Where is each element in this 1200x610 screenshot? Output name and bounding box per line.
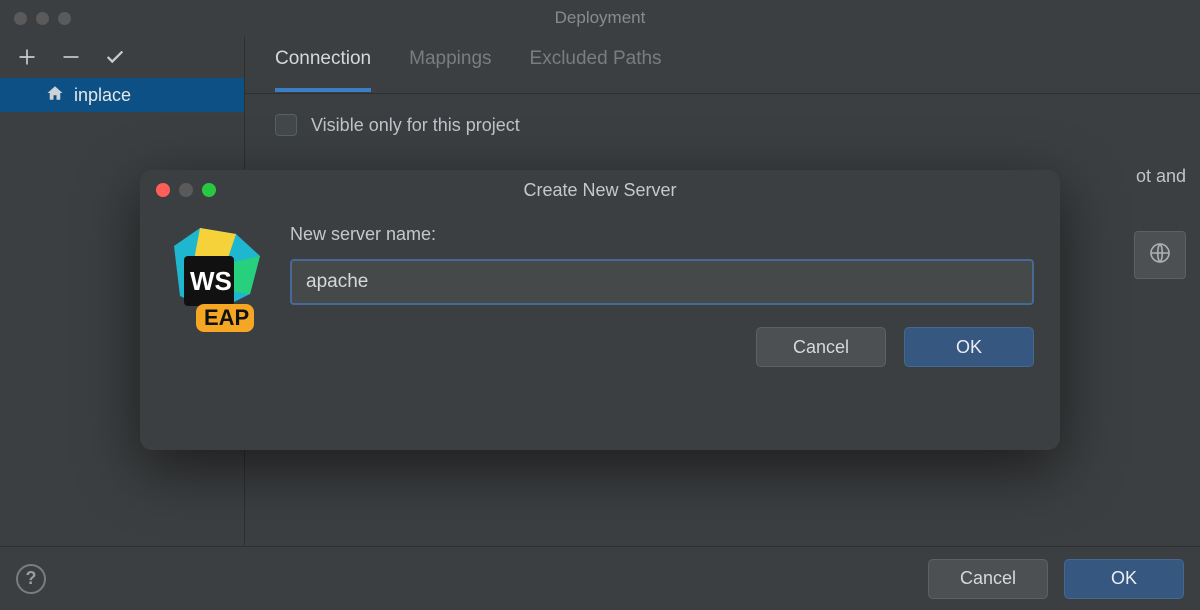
partial-obscured-text: ot and xyxy=(1136,166,1186,187)
dialog-cancel-button[interactable]: Cancel xyxy=(756,327,886,367)
tab-excluded-paths[interactable]: Excluded Paths xyxy=(530,48,662,88)
window-controls xyxy=(14,12,71,25)
footer: ? Cancel OK xyxy=(0,546,1200,610)
minimize-window-icon[interactable] xyxy=(36,12,49,25)
sidebar-item-inplace[interactable]: inplace xyxy=(0,78,244,112)
checkbox-icon[interactable] xyxy=(275,114,297,136)
sidebar-item-label: inplace xyxy=(74,85,131,106)
remove-icon[interactable] xyxy=(60,46,82,68)
server-name-label: New server name: xyxy=(290,224,1034,245)
dialog-ok-label: OK xyxy=(956,337,982,358)
dialog-window-controls xyxy=(156,183,216,197)
tab-content: Visible only for this project xyxy=(245,94,1200,156)
globe-icon xyxy=(1148,241,1172,270)
dialog-titlebar: Create New Server xyxy=(140,170,1060,210)
window-title: Deployment xyxy=(0,8,1200,28)
dialog-close-icon[interactable] xyxy=(156,183,170,197)
tabs: Connection Mappings Excluded Paths xyxy=(245,36,1200,94)
dialog-title: Create New Server xyxy=(140,180,1060,201)
add-icon[interactable] xyxy=(16,46,38,68)
help-icon: ? xyxy=(26,568,37,589)
dialog-maximize-icon[interactable] xyxy=(202,183,216,197)
browse-url-button[interactable] xyxy=(1134,231,1186,279)
checkbox-label: Visible only for this project xyxy=(311,115,520,136)
tab-connection[interactable]: Connection xyxy=(275,48,371,92)
dialog-ok-button[interactable]: OK xyxy=(904,327,1034,367)
help-button[interactable]: ? xyxy=(16,564,46,594)
app-icon: WS EAP xyxy=(166,224,266,334)
ok-button[interactable]: OK xyxy=(1064,559,1184,599)
create-server-dialog: Create New Server WS EAP New server name… xyxy=(140,170,1060,450)
window-titlebar: Deployment xyxy=(0,0,1200,36)
dialog-buttons: Cancel OK xyxy=(290,327,1034,367)
dialog-minimize-icon[interactable] xyxy=(179,183,193,197)
check-icon[interactable] xyxy=(104,46,126,68)
visible-only-checkbox-row[interactable]: Visible only for this project xyxy=(275,114,1170,136)
close-window-icon[interactable] xyxy=(14,12,27,25)
cancel-button-label: Cancel xyxy=(960,568,1016,589)
app-badge-ws: WS xyxy=(190,266,232,296)
maximize-window-icon[interactable] xyxy=(58,12,71,25)
home-icon xyxy=(46,84,64,107)
server-name-input[interactable] xyxy=(290,259,1034,305)
dialog-form: New server name: Cancel OK xyxy=(290,220,1034,367)
ok-button-label: OK xyxy=(1111,568,1137,589)
app-badge-eap: EAP xyxy=(204,305,249,330)
dialog-cancel-label: Cancel xyxy=(793,337,849,358)
cancel-button[interactable]: Cancel xyxy=(928,559,1048,599)
sidebar-toolbar xyxy=(0,36,244,78)
tab-mappings[interactable]: Mappings xyxy=(409,48,491,88)
dialog-body: WS EAP New server name: Cancel OK xyxy=(140,210,1060,385)
